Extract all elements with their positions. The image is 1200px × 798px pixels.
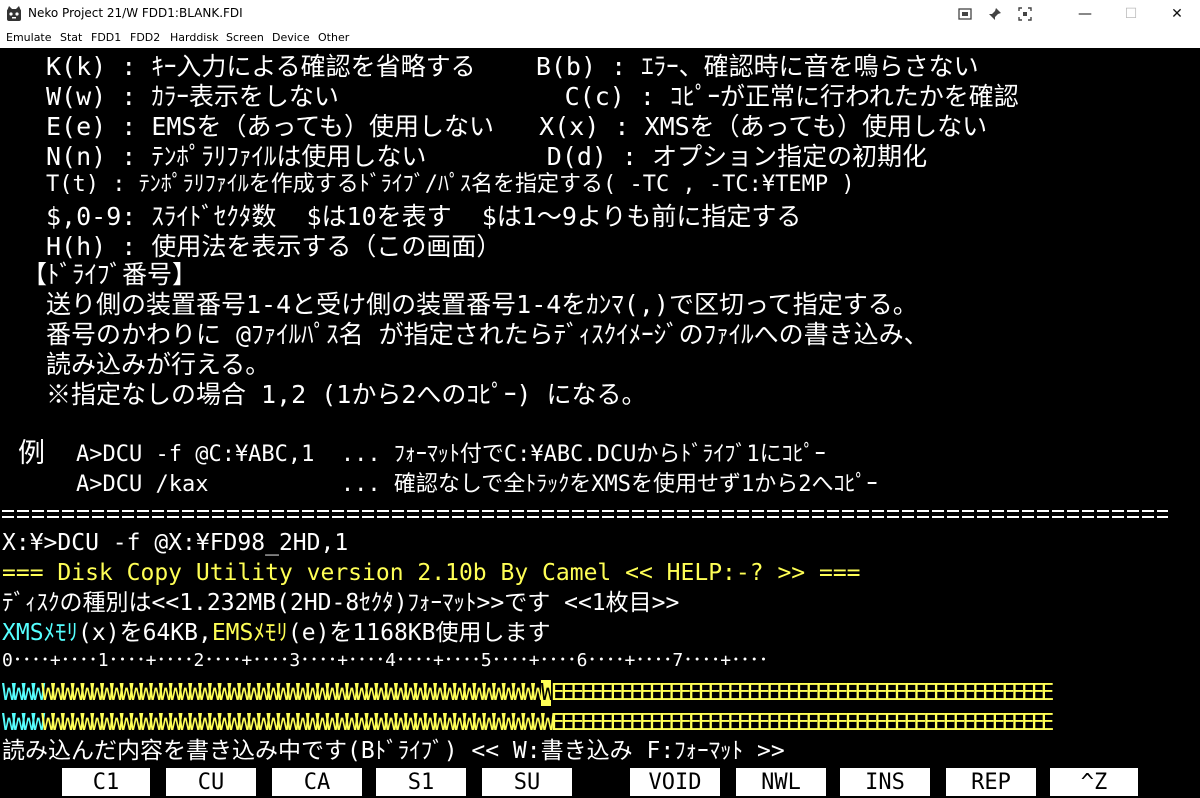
disk-type-info: ﾃﾞｨｽｸの種別は<<1.232MB(2HD-8ｾｸﾀ)ﾌｫｰﾏｯﾄ>>です <… [2, 590, 680, 616]
ems-memory-value: (e)を1168KB使用します [287, 620, 551, 646]
track-pending: EEEEEEEEEEEEEEEEEEEEEEEEEEEEEEEEEEEEEEEE… [550, 680, 1055, 706]
xms-memory-value: (x)を64KB, [78, 620, 212, 646]
help-line: N(n) : ﾃﾝﾎﾟﾗﾘﾌｧｲﾙは使用しない D(d) : オプション指定の初… [46, 142, 928, 171]
ems-memory-label: EMSﾒﾓﾘ [211, 620, 288, 646]
close-button[interactable]: ✕ [1154, 0, 1200, 28]
example-line: A>DCU /kax ... 確認なしで全ﾄﾗｯｸをXMSを使用せず1から2へｺ… [76, 472, 878, 497]
command-line: X:¥>DCU -f @X:¥FD98_2HD,1 [2, 530, 349, 556]
help-line: H(h) : 使用法を表示する（この画面） [46, 232, 502, 261]
separator-line [2, 508, 1168, 520]
menu-harddisk[interactable]: Harddisk [170, 31, 218, 44]
help-line: K(k) : ｷｰ入力による確認を省略する B(b) : ｴﾗｰ、確認時に音を鳴… [46, 52, 979, 81]
track-done-yellow: WWWWWWWWWWWWWWWWWWWWWWWWWWWWWWWWWWWWWWWW… [41, 680, 545, 706]
window-title: Neko Project 21/W FDD1:BLANK.FDI [28, 6, 243, 20]
drive-line: ※指定なしの場合 1,2 (1から2へのｺﾋﾟｰ) になる。 [46, 380, 647, 409]
track-cursor: W [540, 710, 555, 736]
fullscreen-icon[interactable] [1014, 4, 1036, 24]
function-key-bar: C1 CU CA S1 SU VOID NWL INS REP ^Z [0, 766, 1200, 798]
help-line: $,0-9: ｽﾗｲﾄﾞｾｸﾀ数 $は10を表す $は1～9よりも前に指定する [46, 202, 802, 231]
fkey-rep[interactable]: REP [946, 768, 1036, 796]
drive-line: 番号のかわりに @ﾌｧｲﾙﾊﾟｽ名 が指定されたらﾃﾞｨｽｸｲﾒｰｼﾞのﾌｧｲﾙ… [46, 320, 929, 349]
fkey-c1[interactable]: C1 [62, 768, 150, 796]
track-done-cyan: WWWW [2, 710, 45, 736]
title-bar: Neko Project 21/W FDD1:BLANK.FDI — ☐ ✕ [0, 0, 1200, 28]
menu-emulate[interactable]: Emulate [6, 31, 52, 44]
memory-info: XMSﾒﾓﾘ(x)を64KB,EMSﾒﾓﾘ(e)を1168KB使用します [2, 622, 551, 645]
menu-fdd2[interactable]: FDD2 [130, 31, 160, 44]
drive-line: 読み込みが行える。 [46, 350, 271, 379]
fkey-void[interactable]: VOID [630, 768, 720, 796]
status-line: 読み込んだ内容を書き込み中です(Bﾄﾞﾗｲﾌﾞ) << W:書き込み F:ﾌｫｰ… [2, 738, 785, 764]
drive-section-header: 【ﾄﾞﾗｲﾌﾞ番号】 [22, 260, 198, 289]
menu-bar: Emulate Stat FDD1 FDD2 Harddisk Screen D… [0, 28, 1200, 48]
track-progress-row: WWWWWWWWWWWWWWWWWWWWWWWWWWWWWWWWWWWWWWWW… [2, 680, 1055, 706]
fkey-ctrl-z[interactable]: ^Z [1050, 768, 1138, 796]
menu-other[interactable]: Other [318, 31, 349, 44]
menu-fdd1[interactable]: FDD1 [91, 31, 121, 44]
maximize-button[interactable]: ☐ [1108, 0, 1154, 28]
menu-screen[interactable]: Screen [226, 31, 264, 44]
program-banner: === Disk Copy Utility version 2.10b By C… [2, 560, 861, 586]
fkey-ca[interactable]: CA [272, 768, 362, 796]
drive-line: 送り側の装置番号1-4と受け側の装置番号1-4をｶﾝﾏ(,)で区切って指定する。 [46, 290, 918, 319]
emulator-screen[interactable]: K(k) : ｷｰ入力による確認を省略する B(b) : ｴﾗｰ、確認時に音を鳴… [0, 48, 1200, 798]
fkey-nwl[interactable]: NWL [736, 768, 826, 796]
help-line: W(w) : ｶﾗｰ表示をしない C(c) : ｺﾋﾟｰが正常に行われたかを確認 [46, 82, 1019, 111]
help-line: E(e) : EMSを（あっても）使用しない X(x) : XMSを（あっても）… [46, 112, 988, 141]
track-cursor: W [540, 680, 555, 706]
fkey-su[interactable]: SU [482, 768, 572, 796]
minimize-button[interactable]: — [1062, 0, 1108, 28]
fkey-ins[interactable]: INS [840, 768, 930, 796]
pin-icon[interactable] [984, 4, 1006, 24]
help-line: T(t) : ﾃﾝﾎﾟﾗﾘﾌｧｲﾙを作成するﾄﾞﾗｲﾌﾞ/ﾊﾟｽ名を指定する( … [46, 172, 855, 197]
xms-memory-label: XMSﾒﾓﾘ [2, 620, 79, 646]
track-progress-row: WWWWWWWWWWWWWWWWWWWWWWWWWWWWWWWWWWWWWWWW… [2, 710, 1055, 736]
fkey-cu[interactable]: CU [166, 768, 256, 796]
track-ruler: 0････+････1････+････2････+････3････+････… [2, 650, 769, 671]
menu-stat[interactable]: Stat [60, 31, 82, 44]
track-done-cyan: WWWW [2, 680, 45, 706]
track-pending: EEEEEEEEEEEEEEEEEEEEEEEEEEEEEEEEEEEEEEEE… [550, 710, 1055, 736]
screenshot-icon[interactable] [954, 4, 976, 24]
example-line: A>DCU -f @C:¥ABC,1 ... ﾌｫｰﾏｯﾄ付でC:¥ABC.DC… [76, 442, 826, 467]
fkey-s1[interactable]: S1 [376, 768, 466, 796]
neko-app-icon[interactable] [6, 6, 22, 22]
track-done-yellow: WWWWWWWWWWWWWWWWWWWWWWWWWWWWWWWWWWWWWWWW… [41, 710, 545, 736]
menu-device[interactable]: Device [272, 31, 310, 44]
example-label: 例 [18, 438, 45, 469]
